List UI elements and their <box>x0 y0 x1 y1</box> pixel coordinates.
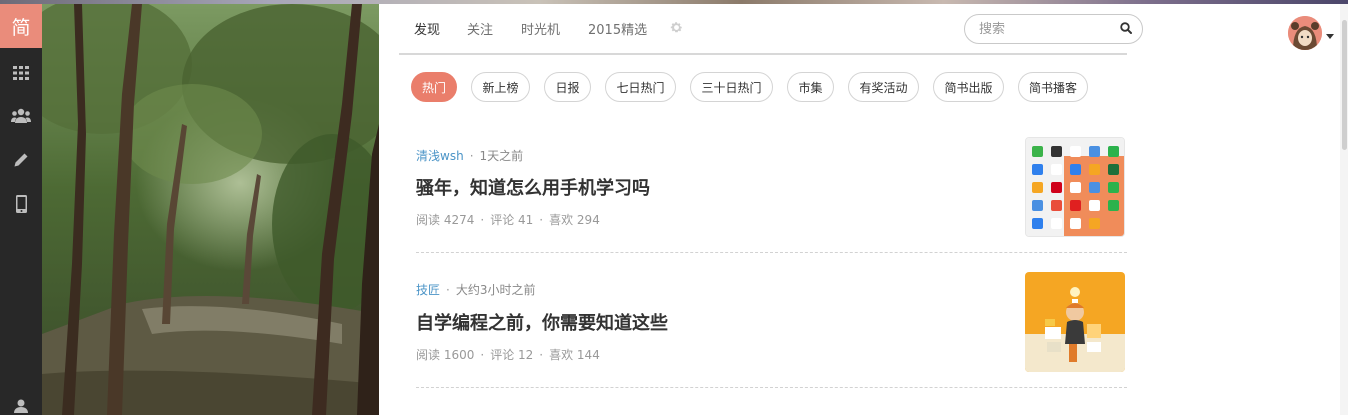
sidebar-item-profile[interactable] <box>0 399 42 415</box>
article-meta: 技匠 · 大约3小时之前 <box>416 283 536 297</box>
users-icon <box>11 108 31 123</box>
sidebar-item-follow[interactable] <box>0 94 42 138</box>
cover-photo <box>42 4 379 415</box>
logo[interactable]: 简 <box>0 4 42 48</box>
comment-count[interactable]: 评论 41 <box>490 213 533 227</box>
user-icon <box>14 399 28 413</box>
category-podcast[interactable]: 简书播客 <box>1018 72 1088 102</box>
mobile-icon <box>15 195 27 213</box>
main-content: 发现 关注 时光机 2015精选 热门 新上榜 日报 七日热门 <box>379 4 1348 415</box>
top-nav: 发现 关注 时光机 2015精选 <box>399 4 1143 55</box>
author-link[interactable]: 技匠 <box>416 283 440 297</box>
sidebar-item-discover[interactable] <box>0 51 42 95</box>
article-stats: 阅读 4274 · 评论 41 · 喜欢 294 <box>416 213 600 227</box>
like-count: 喜欢 144 <box>549 348 600 362</box>
category-market[interactable]: 市集 <box>787 72 834 102</box>
list-item: 技匠 · 大约3小时之前 自学编程之前，你需要知道这些 阅读 1600 · 评论 12 ·… <box>416 253 1127 388</box>
tab-time-machine[interactable]: 时光机 <box>521 19 560 38</box>
like-count: 喜欢 294 <box>549 213 600 227</box>
read-count: 阅读 4274 <box>416 213 475 227</box>
author-link[interactable]: 清浅wsh <box>416 149 464 163</box>
article-stats: 阅读 1600 · 评论 12 · 喜欢 144 <box>416 348 600 362</box>
article-thumbnail[interactable] <box>1025 272 1125 372</box>
search-input[interactable] <box>979 21 1114 38</box>
article-time: 大约3小时之前 <box>455 283 536 297</box>
search-box <box>964 14 1143 44</box>
tab-follow[interactable]: 关注 <box>467 19 493 38</box>
category-events[interactable]: 有奖活动 <box>848 72 919 102</box>
gear-icon[interactable] <box>670 21 683 34</box>
list-item: 清浅wsh · 1天之前 骚年，知道怎么用手机学习吗 阅读 4274 · 评论 41 · 喜… <box>416 118 1127 253</box>
sidebar: 简 <box>0 4 42 415</box>
tab-discover[interactable]: 发现 <box>414 19 440 38</box>
category-new[interactable]: 新上榜 <box>471 72 530 102</box>
category-publishing[interactable]: 简书出版 <box>933 72 1004 102</box>
tab-2015-selected[interactable]: 2015精选 <box>588 19 647 38</box>
sidebar-item-write[interactable] <box>0 138 42 182</box>
sidebar-item-mobile[interactable] <box>0 182 42 226</box>
caret-down-icon[interactable] <box>1326 34 1334 39</box>
article-thumbnail[interactable] <box>1025 137 1125 237</box>
scrollbar-thumb[interactable] <box>1342 20 1347 150</box>
category-daily[interactable]: 日报 <box>544 72 591 102</box>
comment-count[interactable]: 评论 12 <box>490 348 533 362</box>
category-hot[interactable]: 热门 <box>411 72 457 102</box>
pencil-icon <box>14 153 28 167</box>
article-time: 1天之前 <box>479 149 524 163</box>
category-30day-hot[interactable]: 三十日热门 <box>690 72 773 102</box>
avatar[interactable] <box>1288 16 1322 50</box>
category-7day-hot[interactable]: 七日热门 <box>605 72 676 102</box>
grid-icon <box>13 66 29 80</box>
article-title[interactable]: 自学编程之前，你需要知道这些 <box>416 309 668 335</box>
search-icon[interactable] <box>1120 22 1132 34</box>
read-count: 阅读 1600 <box>416 348 475 362</box>
article-title[interactable]: 骚年，知道怎么用手机学习吗 <box>416 174 650 200</box>
article-meta: 清浅wsh · 1天之前 <box>416 149 524 163</box>
